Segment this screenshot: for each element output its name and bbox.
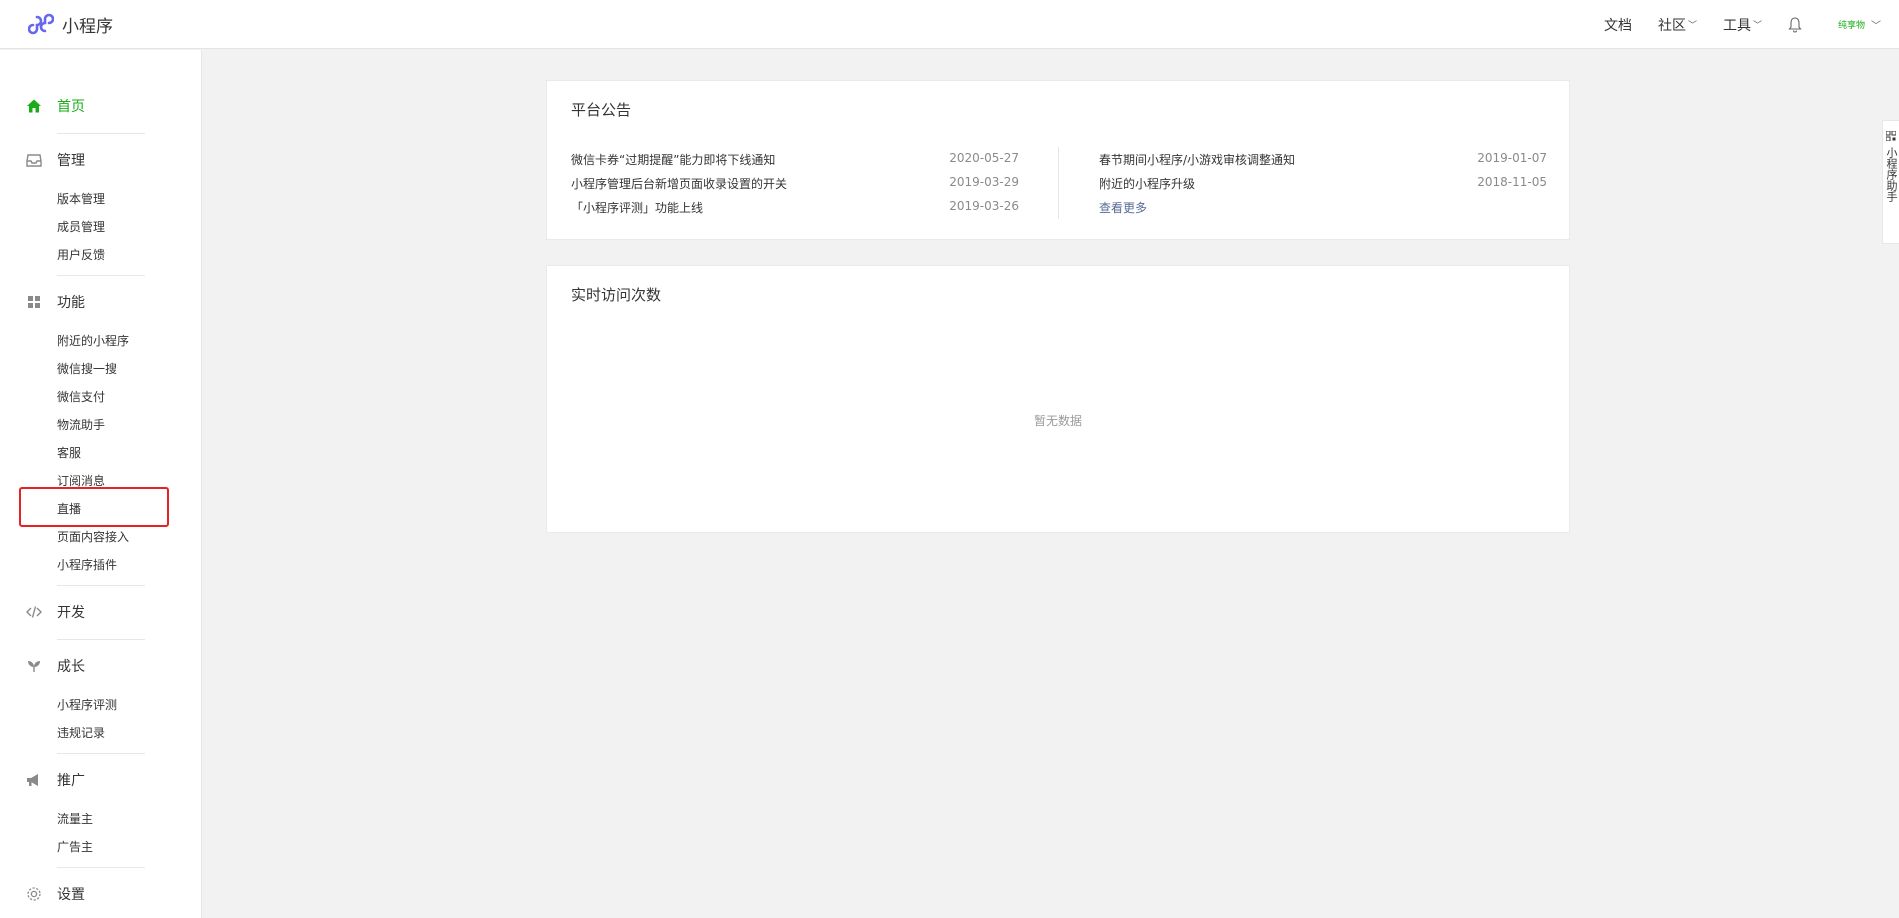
sidebar-item-members[interactable]: 成员管理 bbox=[57, 218, 105, 236]
sidebar-item-home[interactable]: 首页 bbox=[26, 94, 85, 118]
sidebar-item-feedback[interactable]: 用户反馈 bbox=[57, 246, 105, 264]
divider bbox=[57, 639, 145, 640]
chevron-down-icon: ﹀ bbox=[1871, 21, 1881, 32]
sidebar-item-page-content[interactable]: 页面内容接入 bbox=[57, 528, 129, 546]
sidebar-item-violations[interactable]: 违规记录 bbox=[57, 724, 105, 742]
announcement-card: 平台公告 微信卡券“过期提醒”能力即将下线通知 2020-05-27 小程序管理… bbox=[546, 80, 1570, 240]
realtime-visits-card: 实时访问次数 暂无数据 bbox=[546, 265, 1570, 533]
mini-program-logo-icon bbox=[28, 12, 54, 36]
announcement-title: 平台公告 bbox=[571, 101, 632, 119]
mini-program-assistant-tab[interactable]: 小程序助手 bbox=[1882, 120, 1899, 244]
list-item[interactable]: 「小程序评测」功能上线 2019-03-26 bbox=[571, 199, 1019, 215]
sidebar-item-publisher[interactable]: 流量主 bbox=[57, 810, 93, 828]
brand-name: 小程序 bbox=[62, 16, 113, 37]
sidebar-item-settings[interactable]: 设置 bbox=[26, 882, 85, 906]
sidebar-item-growth[interactable]: 成长 bbox=[26, 654, 85, 678]
sidebar-item-search[interactable]: 微信搜一搜 bbox=[57, 360, 117, 378]
gear-icon bbox=[27, 887, 41, 901]
divider bbox=[57, 275, 145, 276]
top-nav: 文档 社区 ﹀ 工具 ﹀ 纯享物 ﹀ bbox=[1604, 0, 1899, 49]
highlight-live-box bbox=[19, 487, 169, 527]
grid-icon bbox=[28, 296, 40, 308]
sidebar-item-version[interactable]: 版本管理 bbox=[57, 190, 105, 208]
divider bbox=[57, 867, 145, 868]
home-icon bbox=[27, 99, 41, 113]
account-name: 纯享物 bbox=[1837, 21, 1865, 31]
brand[interactable]: 小程序 bbox=[28, 10, 113, 38]
bell-icon[interactable] bbox=[1788, 16, 1802, 33]
sidebar-item-pay[interactable]: 微信支付 bbox=[57, 388, 105, 406]
code-icon bbox=[26, 606, 42, 618]
divider bbox=[57, 133, 145, 134]
sidebar-item-logistics[interactable]: 物流助手 bbox=[57, 416, 105, 434]
list-item[interactable]: 春节期间小程序/小游戏审核调整通知 2019-01-07 bbox=[1099, 151, 1547, 167]
sidebar-item-plugins[interactable]: 小程序插件 bbox=[57, 556, 117, 574]
divider bbox=[1058, 147, 1059, 219]
sidebar-item-promote[interactable]: 推广 bbox=[26, 768, 85, 792]
sidebar-item-review[interactable]: 小程序评测 bbox=[57, 696, 117, 714]
sidebar-item-advertiser[interactable]: 广告主 bbox=[57, 838, 93, 856]
sprout-icon bbox=[28, 661, 40, 672]
side-tab-label: 小程序助手 bbox=[1885, 147, 1898, 202]
list-item[interactable]: 附近的小程序升级 2018-11-05 bbox=[1099, 175, 1547, 191]
megaphone-icon bbox=[27, 774, 38, 786]
qr-code-icon bbox=[1886, 131, 1896, 141]
sidebar-item-customer-service[interactable]: 客服 bbox=[57, 444, 81, 462]
list-item[interactable]: 小程序管理后台新增页面收录设置的开关 2019-03-29 bbox=[571, 175, 1019, 191]
empty-state-text: 暂无数据 bbox=[1033, 414, 1082, 428]
sidebar: 首页 管理 版本管理 成员管理 用户反馈 功能 附近的小程序 微信搜一搜 微信支… bbox=[0, 50, 202, 918]
sidebar-item-manage[interactable]: 管理 bbox=[26, 148, 85, 172]
divider bbox=[57, 585, 145, 586]
realtime-title: 实时访问次数 bbox=[571, 286, 662, 304]
sidebar-item-features[interactable]: 功能 bbox=[26, 290, 85, 314]
chevron-down-icon: ﹀ bbox=[1687, 21, 1697, 31]
account-menu[interactable]: 纯享物 ﹀ bbox=[1838, 17, 1881, 32]
nav-community[interactable]: 社区 ﹀ bbox=[1658, 15, 1697, 35]
top-bar: 小程序 文档 社区 ﹀ 工具 ﹀ 纯享物 ﹀ bbox=[0, 0, 1899, 49]
sidebar-item-nearby[interactable]: 附近的小程序 bbox=[57, 332, 129, 350]
chevron-down-icon: ﹀ bbox=[1752, 21, 1762, 31]
divider bbox=[57, 753, 145, 754]
list-item[interactable]: 微信卡券“过期提醒”能力即将下线通知 2020-05-27 bbox=[571, 151, 1019, 167]
nav-tools[interactable]: 工具 ﹀ bbox=[1723, 15, 1762, 35]
sidebar-item-develop[interactable]: 开发 bbox=[26, 600, 85, 624]
see-more-link[interactable]: 查看更多 bbox=[1099, 199, 1147, 216]
inbox-icon bbox=[26, 154, 42, 167]
nav-docs[interactable]: 文档 bbox=[1604, 15, 1632, 35]
